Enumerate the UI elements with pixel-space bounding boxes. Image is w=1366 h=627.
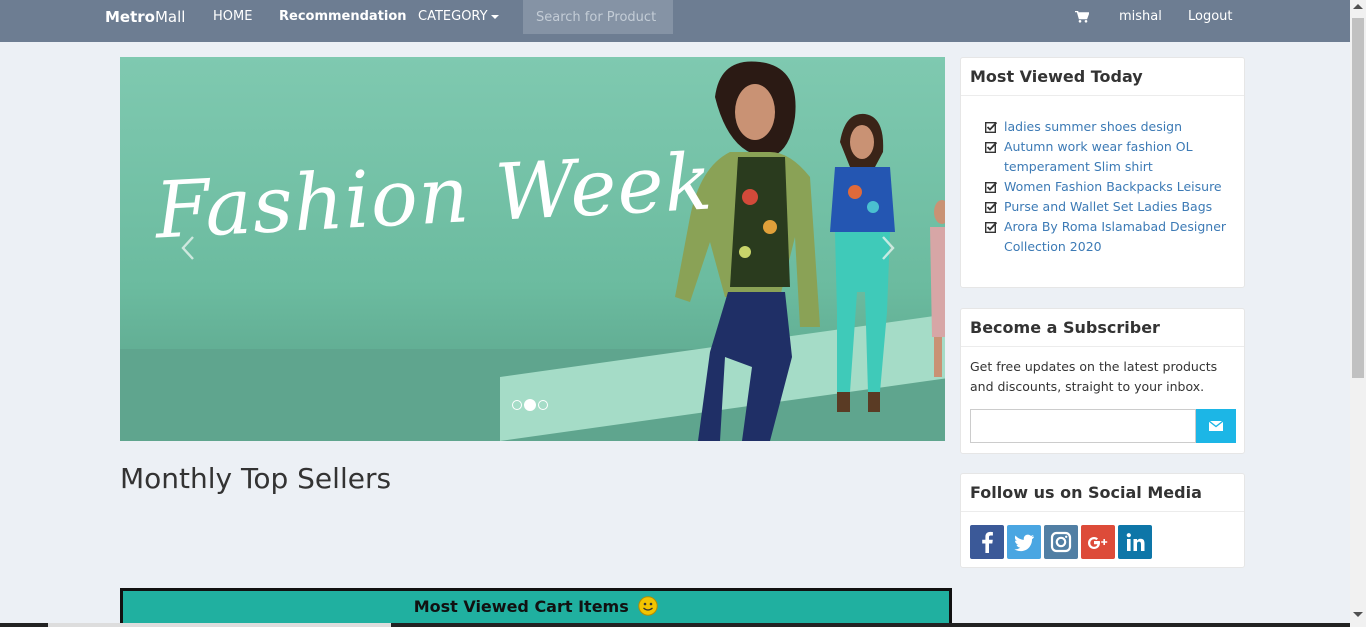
subscriber-title: Become a Subscriber	[961, 309, 1244, 347]
subscribe-email-input[interactable]	[970, 409, 1196, 443]
nav-category-dropdown[interactable]: CATEGORY	[418, 0, 499, 34]
most-viewed-title: Most Viewed Today	[961, 58, 1244, 96]
most-viewed-link[interactable]: Purse and Wallet Set Ladies Bags	[1004, 199, 1212, 214]
brand-bold: Metro	[105, 8, 155, 26]
top-navbar: MetroMall HOME Recommendation CATEGORY m…	[0, 0, 1350, 42]
subscriber-panel: Become a Subscriber Get free updates on …	[960, 308, 1245, 454]
shopping-cart-icon[interactable]	[1075, 11, 1089, 23]
nav-user-account[interactable]: mishal	[1119, 0, 1162, 34]
instagram-icon[interactable]	[1044, 525, 1078, 559]
facebook-icon[interactable]	[970, 525, 1004, 559]
twitter-icon[interactable]	[1007, 525, 1041, 559]
most-viewed-list: ladies summer shoes design Autumn work w…	[961, 96, 1244, 257]
cart-bar-title: Most Viewed Cart Items	[413, 597, 629, 616]
carousel-indicator[interactable]	[512, 399, 522, 410]
hero-carousel: Fashion Week	[120, 57, 945, 441]
social-icons	[970, 525, 1155, 563]
checkbox-checked-icon	[985, 121, 997, 133]
brand-logo[interactable]: MetroMall	[105, 0, 185, 34]
page-bottom-divider-light	[48, 623, 391, 627]
nav-home[interactable]: HOME	[213, 0, 252, 34]
nav-logout[interactable]: Logout	[1188, 0, 1233, 34]
most-viewed-cart-section: Most Viewed Cart Items	[120, 588, 952, 627]
social-panel: Follow us on Social Media	[960, 473, 1245, 568]
brand-rest: Mall	[154, 8, 186, 26]
smiley-icon	[638, 596, 659, 616]
scrollbar-thumb[interactable]	[1352, 18, 1364, 378]
monthly-top-sellers-heading: Monthly Top Sellers	[120, 462, 392, 495]
scroll-up-arrow-icon[interactable]	[1353, 4, 1363, 9]
envelope-icon	[1208, 419, 1224, 431]
most-viewed-link[interactable]: Autumn work wear fashion OL temperament …	[1004, 139, 1193, 174]
most-viewed-panel: Most Viewed Today ladies summer shoes de…	[960, 57, 1245, 288]
linkedin-icon[interactable]	[1118, 525, 1152, 559]
list-item: Arora By Roma Islamabad Designer Collect…	[985, 217, 1244, 257]
most-viewed-link[interactable]: ladies summer shoes design	[1004, 119, 1182, 134]
list-item: Women Fashion Backpacks Leisure	[985, 177, 1244, 197]
nav-recommendation[interactable]: Recommendation	[279, 0, 407, 34]
fashion-model-image	[830, 113, 895, 412]
nav-category-label: CATEGORY	[418, 9, 488, 24]
cart-bar-title-row: Most Viewed Cart Items	[123, 596, 949, 616]
list-item: Purse and Wallet Set Ladies Bags	[985, 197, 1244, 217]
checkbox-checked-icon	[985, 221, 997, 233]
caret-down-icon	[490, 14, 499, 19]
chevron-right-icon[interactable]	[880, 235, 896, 261]
most-viewed-link[interactable]: Women Fashion Backpacks Leisure	[1004, 179, 1222, 194]
fashion-model-image	[930, 200, 945, 377]
google-plus-icon[interactable]	[1081, 525, 1115, 559]
list-item: Autumn work wear fashion OL temperament …	[985, 137, 1244, 177]
search-input[interactable]	[523, 0, 673, 34]
carousel-indicator[interactable]	[538, 399, 548, 410]
subscribe-button[interactable]	[1196, 409, 1236, 443]
checkbox-checked-icon	[985, 141, 997, 153]
subscriber-description: Get free updates on the latest products …	[970, 359, 1218, 394]
social-title: Follow us on Social Media	[961, 474, 1244, 512]
most-viewed-link[interactable]: Arora By Roma Islamabad Designer Collect…	[1004, 219, 1226, 254]
carousel-indicators	[511, 394, 549, 413]
chevron-left-icon[interactable]	[180, 235, 196, 261]
scroll-down-arrow-icon[interactable]	[1353, 612, 1363, 617]
checkbox-checked-icon	[985, 201, 997, 213]
carousel-indicator-active[interactable]	[524, 398, 536, 411]
list-item: ladies summer shoes design	[985, 117, 1244, 137]
checkbox-checked-icon	[985, 181, 997, 193]
